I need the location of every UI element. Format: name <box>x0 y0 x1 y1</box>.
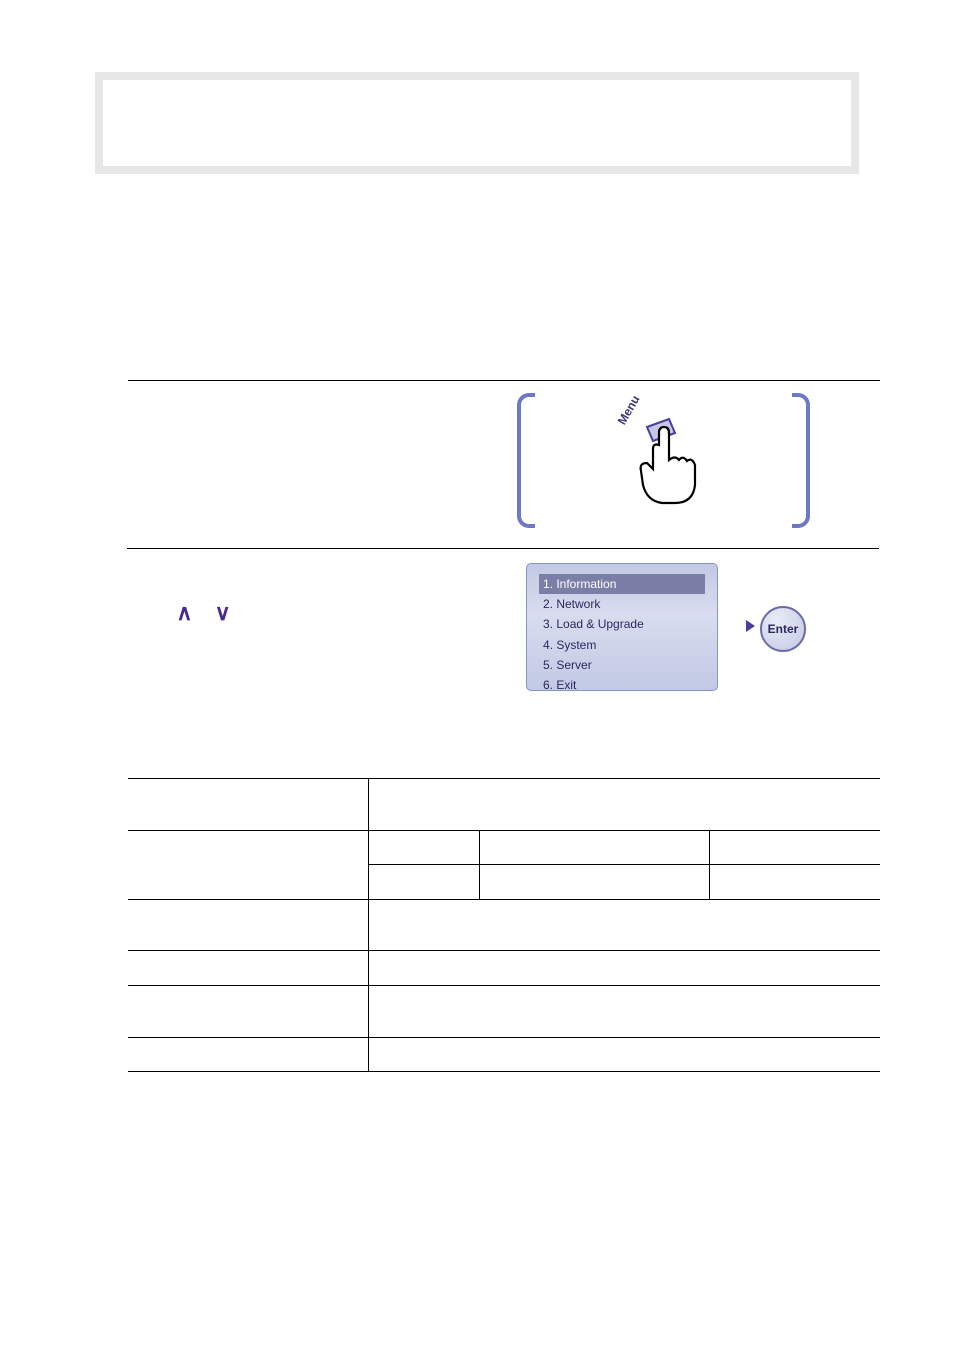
osd-item-network: 2. Network <box>539 594 705 614</box>
overview-section: Overview of Boot Menu The administrator … <box>121 218 841 317</box>
overview-para-1: The administrator can use the boot menu … <box>121 257 841 277</box>
table-row: 5. Server • MagicNet: Set whether to ena… <box>128 985 880 1037</box>
chapter-title: CHAPTER 4 Boot Menu <box>133 95 400 123</box>
osd-item-exit: 6. Exit <box>539 675 705 695</box>
table-row: 2. Network MAC Address Server IP The def… <box>128 830 880 864</box>
divider <box>127 548 879 549</box>
table-row: 1. Information You can see the version a… <box>128 779 880 831</box>
table-row: 3. Load & Upgrade Load Default Value: Se… <box>128 899 880 951</box>
osd-item-server: 5. Server <box>539 655 705 675</box>
play-triangle-icon <box>746 620 755 632</box>
row5-desc: • MagicNet: Set whether to enable the Ma… <box>368 985 880 1037</box>
step2-text: Use the ∧ ∨ keys to move to the item you… <box>128 596 508 649</box>
main-menu-items-heading: Main Menu Items <box>94 748 215 765</box>
row3-label: 3. Load & Upgrade <box>128 899 368 951</box>
osd-item-system: 4. System <box>539 635 705 655</box>
row2-c1: MAC Address <box>368 830 480 864</box>
row2b-c2: When it is set to DHCP, it is disabled. <box>480 865 710 899</box>
up-down-arrows-icon: ∧ ∨ <box>176 596 238 629</box>
menu-key-illustration: Menu <box>517 393 810 528</box>
row2b-c3: Subnet Mask / Gateway <box>709 865 880 899</box>
step2-section: 2. Main Menu Use the ∧ ∨ keys to move to… <box>128 560 508 649</box>
chapter-subtitle: Describes the Boot menu configuration. <box>133 128 378 144</box>
step1-text: After mounting the system and connecting… <box>128 424 508 502</box>
bracket-right-icon <box>792 393 810 528</box>
step2-text-pre: Use the <box>128 604 176 619</box>
enter-label: Enter <box>768 622 799 636</box>
row2-c2: Server IP <box>480 830 710 864</box>
row6-desc: • Save & Exit / • No Save & Exit <box>368 1037 880 1071</box>
enter-circle-icon: Enter <box>760 606 806 652</box>
osd-item-load-upgrade: 3. Load & Upgrade <box>539 614 705 634</box>
row2-c3: The default is the Pilot IP. <box>709 830 880 864</box>
main-menu-table: 1. Information You can see the version a… <box>128 778 880 1072</box>
row6-label: 6. Exit <box>128 1037 368 1071</box>
row5-label: 5. Server <box>128 985 368 1037</box>
table-row: 4. System System: Set the Baud Rate and … <box>128 951 880 985</box>
row4-label: 4. System <box>128 951 368 985</box>
hand-icon <box>617 415 707 510</box>
overview-para-2: Please set up the boot menu before the s… <box>121 287 841 307</box>
row2b-c1: IP Address <box>368 865 480 899</box>
row2-label: 2. Network <box>128 830 368 899</box>
step2-title: 2. Main Menu <box>128 560 508 576</box>
banner-box: CHAPTER 4 Boot Menu Describes the Boot m… <box>95 72 859 174</box>
row4-desc: System: Set the Baud Rate and enable or … <box>368 951 880 985</box>
row1-label: 1. Information <box>128 779 368 831</box>
osd-item-information: 1. Information <box>539 574 705 594</box>
step1-section: 1. Entering the Boot Menu After mounting… <box>128 396 508 502</box>
table-row: 6. Exit • Save & Exit / • No Save & Exit <box>128 1037 880 1071</box>
step1-title: 1. Entering the Boot Menu <box>128 396 508 412</box>
row1-desc: You can see the version and the network … <box>368 779 880 831</box>
divider <box>128 380 880 381</box>
bracket-left-icon <box>517 393 535 528</box>
overview-heading: Overview of Boot Menu <box>121 218 841 239</box>
osd-menu: 1. Information 2. Network 3. Load & Upgr… <box>526 563 718 691</box>
row3-desc: Load Default Value: Set whether to Initi… <box>368 899 880 951</box>
